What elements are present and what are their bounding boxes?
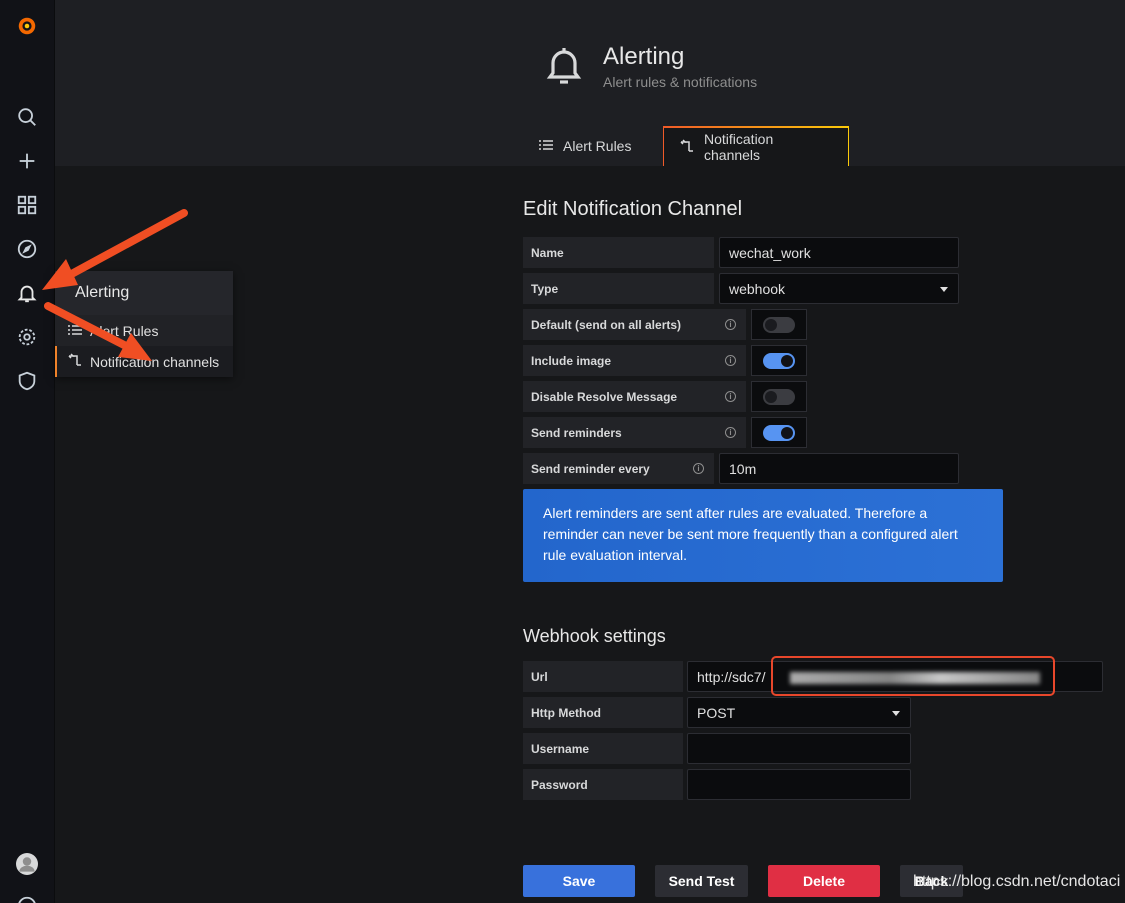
reminder-every-input[interactable]: 10m	[719, 453, 959, 484]
send-reminders-toggle[interactable]	[763, 425, 795, 441]
type-label: Type	[523, 273, 714, 304]
disable-resolve-toggle[interactable]	[763, 389, 795, 405]
include-image-toggle-box	[751, 345, 807, 376]
default-toggle[interactable]	[763, 317, 795, 333]
password-label: Password	[523, 769, 683, 800]
reminder-every-label-text: Send reminder every	[531, 461, 650, 476]
info-icon[interactable]: i	[725, 391, 736, 402]
caret-down-icon	[892, 711, 900, 716]
http-method-value: POST	[697, 704, 736, 721]
include-image-toggle[interactable]	[763, 353, 795, 369]
reminder-info-alert: Alert reminders are sent after rules are…	[523, 489, 1003, 582]
default-label: Default (send on all alerts) i	[523, 309, 746, 340]
save-button[interactable]: Save	[523, 865, 635, 897]
send-reminders-label: Send reminders i	[523, 417, 746, 448]
http-method-label: Http Method	[523, 697, 683, 728]
send-reminders-toggle-box	[751, 417, 807, 448]
watermark-text: https://blog.csdn.net/cndotaci	[913, 873, 1121, 890]
section-title-webhook: Webhook settings	[523, 626, 666, 646]
disable-resolve-toggle-box	[751, 381, 807, 412]
password-input[interactable]	[687, 769, 911, 800]
caret-down-icon	[940, 287, 948, 292]
send-test-button[interactable]: Send Test	[655, 865, 748, 897]
include-image-label-text: Include image	[531, 353, 612, 368]
annotation-arrows	[42, 209, 188, 361]
delete-button[interactable]: Delete	[768, 865, 880, 897]
send-reminders-label-text: Send reminders	[531, 425, 622, 440]
disable-resolve-label: Disable Resolve Message i	[523, 381, 746, 412]
url-highlight-annotation	[771, 656, 1055, 696]
username-label: Username	[523, 733, 683, 764]
info-icon[interactable]: i	[693, 463, 704, 474]
info-icon[interactable]: i	[725, 427, 736, 438]
section-title-edit-channel: Edit Notification Channel	[523, 198, 743, 220]
name-label: Name	[523, 237, 714, 268]
reminder-every-label: Send reminder every i	[523, 453, 714, 484]
name-input[interactable]: wechat_work	[719, 237, 959, 268]
info-icon[interactable]: i	[725, 319, 736, 330]
disable-resolve-label-text: Disable Resolve Message	[531, 389, 678, 404]
url-label: Url	[523, 661, 683, 692]
info-icon[interactable]: i	[725, 355, 736, 366]
username-input[interactable]	[687, 733, 911, 764]
http-method-select[interactable]: POST	[687, 697, 911, 728]
type-select-value: webhook	[729, 280, 786, 297]
default-label-text: Default (send on all alerts)	[531, 317, 682, 332]
include-image-label: Include image i	[523, 345, 746, 376]
type-select[interactable]: webhook	[719, 273, 959, 304]
default-toggle-box	[751, 309, 807, 340]
